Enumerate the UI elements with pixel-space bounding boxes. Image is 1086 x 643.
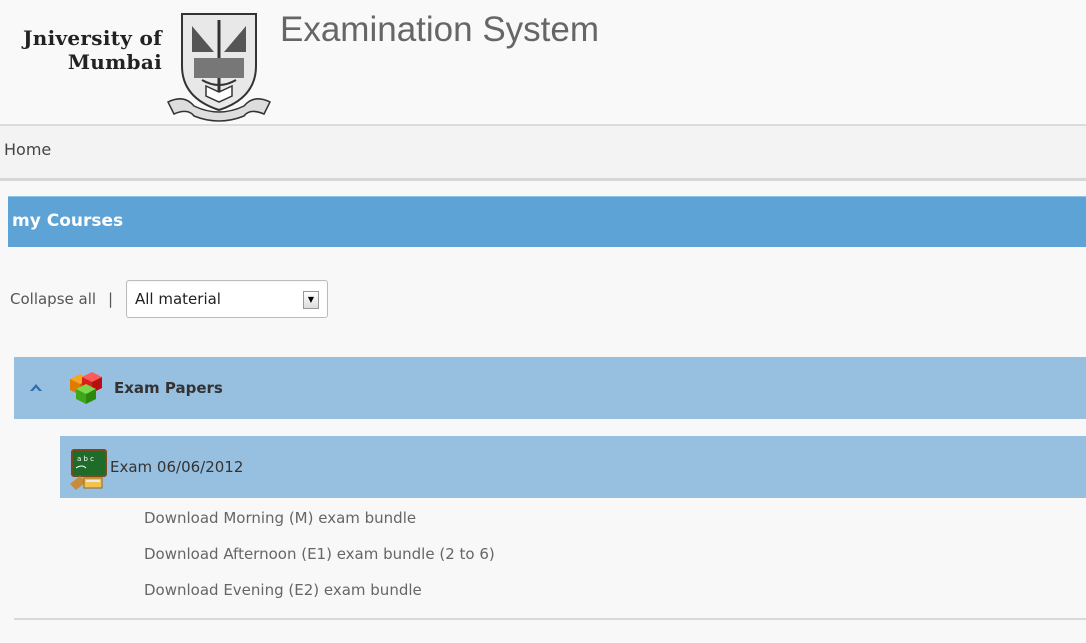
exam-links-list: Download Morning (M) exam bundle Downloa…	[144, 507, 844, 615]
section-title: Exam Papers	[114, 379, 223, 397]
colored-cubes-icon	[70, 372, 102, 404]
university-logo-text: Jniversity of Mumbai	[12, 26, 162, 74]
logo-line-1: Jniversity of	[22, 26, 162, 50]
section-exam-papers: Exam Papers	[14, 357, 1086, 419]
svg-text:a b c: a b c	[77, 455, 94, 463]
filter-row: Collapse all | All material ▼	[0, 280, 500, 320]
chevron-up-icon[interactable]	[28, 379, 44, 395]
download-afternoon-link[interactable]: Download Afternoon (E1) exam bundle (2 t…	[144, 543, 844, 579]
blackboard-icon: a b c	[70, 449, 107, 490]
university-crest-icon	[166, 13, 272, 122]
material-filter-select[interactable]: All material ▼	[126, 280, 328, 318]
exam-row: a b c Exam 06/06/2012	[60, 436, 1086, 498]
app-title: Examination System	[280, 10, 600, 49]
dropdown-arrow-icon[interactable]: ▼	[303, 291, 319, 309]
divider	[14, 618, 1086, 620]
collapse-all-link[interactable]: Collapse all	[10, 290, 96, 308]
download-morning-link[interactable]: Download Morning (M) exam bundle	[144, 507, 844, 543]
logo-line-2: Mumbai	[67, 50, 162, 74]
home-link[interactable]: Home	[4, 140, 51, 159]
page: Jniversity of Mumbai Examination System …	[0, 0, 1086, 643]
nav-bar: Home	[0, 126, 1086, 181]
exam-title-link[interactable]: Exam 06/06/2012	[110, 458, 243, 476]
select-value: All material	[135, 290, 221, 308]
header: Jniversity of Mumbai Examination System	[0, 0, 1086, 126]
banner-title: my Courses	[12, 211, 124, 231]
separator: |	[108, 290, 114, 308]
download-evening-link[interactable]: Download Evening (E2) exam bundle	[144, 579, 844, 615]
my-courses-banner: my Courses	[8, 196, 1086, 247]
